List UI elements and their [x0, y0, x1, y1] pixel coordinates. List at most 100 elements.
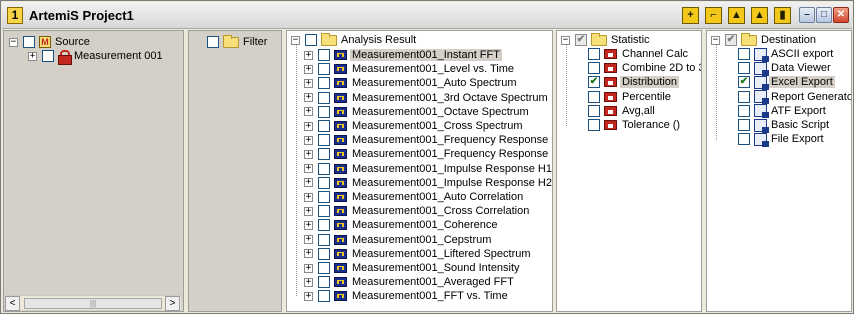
destination-item[interactable]: ATF Export: [738, 104, 826, 119]
statistic-item[interactable]: ✔ Distribution: [588, 75, 680, 89]
destination-item[interactable]: Basic Script: [738, 118, 829, 133]
analysis-item-checkbox[interactable]: [318, 290, 330, 303]
statistic-item[interactable]: Percentile: [588, 90, 671, 104]
analysis-item[interactable]: + Measurement001_Frequency Response H2: [304, 147, 552, 161]
destination-root[interactable]: − ✔ Destination: [711, 32, 816, 47]
collapse-icon[interactable]: −: [711, 35, 720, 45]
expand-icon[interactable]: +: [304, 263, 313, 273]
destination-item-checkbox[interactable]: [738, 119, 750, 131]
analysis-item-checkbox[interactable]: [318, 148, 330, 161]
filter-root[interactable]: Filter: [207, 34, 267, 49]
analysis-item-checkbox[interactable]: [318, 205, 330, 218]
analysis-item[interactable]: + Measurement001_Auto Spectrum: [304, 76, 516, 90]
expand-icon[interactable]: +: [304, 291, 313, 301]
analysis-item[interactable]: + Measurement001_Sound Intensity: [304, 261, 520, 275]
title-bar[interactable]: 1 ArtemiS Project1 + ⌐ ▲ ▲ ▮ – □ ✕: [2, 2, 852, 29]
expand-icon[interactable]: +: [304, 178, 313, 188]
destination-item-checkbox[interactable]: [738, 90, 750, 103]
expand-icon[interactable]: +: [304, 277, 313, 287]
triangle-icon[interactable]: ▲: [751, 7, 768, 24]
destination-item[interactable]: File Export: [738, 132, 824, 147]
statistic-root[interactable]: − ✔ Statistic: [561, 32, 650, 47]
statistic-item[interactable]: Channel Calc: [588, 47, 688, 61]
analysis-item[interactable]: + Measurement001_Cross Correlation: [304, 204, 529, 218]
destination-item[interactable]: Report Generator: [738, 90, 851, 105]
analysis-item-checkbox[interactable]: [318, 120, 330, 132]
destination-item[interactable]: Data Viewer: [738, 61, 831, 76]
statistic-item-checkbox[interactable]: [588, 48, 600, 60]
statistic-item-checkbox[interactable]: ✔: [588, 76, 600, 89]
source-checkbox[interactable]: [23, 36, 35, 48]
destination-root-checkbox[interactable]: ✔: [725, 34, 737, 46]
analysis-item[interactable]: + Measurement001_Octave Spectrum: [304, 105, 529, 119]
analysis-item[interactable]: + Measurement001_3rd Octave Spectrum: [304, 91, 548, 105]
analysis-item-checkbox[interactable]: [318, 262, 330, 274]
statistic-item-checkbox[interactable]: [588, 62, 600, 75]
crosshair-icon[interactable]: +: [682, 7, 699, 24]
collapse-icon[interactable]: −: [561, 35, 570, 45]
analysis-item-checkbox[interactable]: [318, 134, 330, 147]
statistic-root-checkbox[interactable]: ✔: [575, 34, 587, 46]
statistic-item[interactable]: Combine 2D to 3D: [588, 61, 701, 75]
filter-checkbox[interactable]: [207, 36, 219, 48]
expand-icon[interactable]: +: [28, 51, 37, 61]
destination-item[interactable]: ✔ Excel Export: [738, 75, 835, 90]
scroll-right-icon[interactable]: >: [165, 296, 180, 311]
analysis-item-checkbox[interactable]: [318, 49, 330, 61]
analysis-item-checkbox[interactable]: [318, 233, 330, 246]
document-icon[interactable]: ▮: [774, 7, 791, 24]
analysis-item-checkbox[interactable]: [318, 191, 330, 203]
expand-icon[interactable]: +: [304, 107, 313, 117]
close-icon[interactable]: ✕: [833, 7, 849, 23]
analysis-item[interactable]: + Measurement001_Cepstrum: [304, 233, 491, 247]
analysis-item-checkbox[interactable]: [318, 105, 330, 118]
expand-icon[interactable]: +: [304, 64, 313, 74]
collapse-icon[interactable]: −: [9, 37, 18, 47]
horizontal-scrollbar[interactable]: < ||| >: [5, 295, 181, 311]
analysis-root-checkbox[interactable]: [305, 34, 317, 46]
statistic-item-checkbox[interactable]: [588, 90, 600, 103]
expand-icon[interactable]: +: [304, 206, 313, 216]
statistic-item-checkbox[interactable]: [588, 119, 600, 131]
analysis-item-checkbox[interactable]: [318, 162, 330, 175]
minimize-icon[interactable]: –: [799, 7, 815, 23]
expand-icon[interactable]: +: [304, 235, 313, 245]
source-item-checkbox[interactable]: [42, 50, 54, 62]
analysis-item[interactable]: + Measurement001_Impulse Response H1: [304, 162, 552, 176]
expand-icon[interactable]: +: [304, 164, 313, 174]
statistic-item[interactable]: Tolerance (): [588, 118, 680, 132]
destination-item-checkbox[interactable]: [738, 133, 750, 146]
scroll-thumb[interactable]: |||: [24, 298, 162, 309]
expand-icon[interactable]: +: [304, 249, 313, 259]
analysis-item-checkbox[interactable]: [318, 176, 330, 189]
analysis-item[interactable]: + Measurement001_Liftered Spectrum: [304, 247, 531, 261]
analysis-item[interactable]: + Measurement001_Impulse Response H2: [304, 176, 552, 190]
analysis-item[interactable]: + Measurement001_Level vs. Time: [304, 62, 514, 76]
analysis-item-checkbox[interactable]: [318, 77, 330, 90]
analysis-item[interactable]: + Measurement001_Instant FFT: [304, 48, 502, 62]
scroll-left-icon[interactable]: <: [5, 296, 20, 311]
expand-icon[interactable]: +: [304, 192, 313, 202]
destination-item-checkbox[interactable]: ✔: [738, 76, 750, 89]
destination-item-checkbox[interactable]: [738, 48, 750, 60]
analysis-item[interactable]: + Measurement001_Averaged FFT: [304, 275, 514, 289]
destination-item-checkbox[interactable]: [738, 62, 750, 75]
analysis-item-checkbox[interactable]: [318, 63, 330, 76]
analysis-item-checkbox[interactable]: [318, 276, 330, 289]
expand-icon[interactable]: +: [304, 121, 313, 131]
source-item[interactable]: + Measurement 001: [28, 49, 163, 65]
analysis-item[interactable]: + Measurement001_FFT vs. Time: [304, 289, 508, 303]
destination-item-checkbox[interactable]: [738, 104, 750, 117]
expand-icon[interactable]: +: [304, 149, 313, 159]
analysis-root[interactable]: − Analysis Result: [291, 32, 416, 47]
step-icon[interactable]: ⌐: [705, 7, 722, 24]
expand-icon[interactable]: +: [304, 78, 313, 88]
statistic-item-checkbox[interactable]: [588, 104, 600, 117]
analysis-item[interactable]: + Measurement001_Cross Spectrum: [304, 119, 523, 133]
destination-item[interactable]: ASCII export: [738, 47, 833, 62]
source-root[interactable]: − M Source: [9, 35, 90, 49]
statistic-item[interactable]: Avg,all: [588, 104, 655, 118]
analysis-item[interactable]: + Measurement001_Frequency Response H1: [304, 133, 552, 147]
expand-icon[interactable]: +: [304, 93, 313, 103]
analysis-item-checkbox[interactable]: [318, 91, 330, 104]
